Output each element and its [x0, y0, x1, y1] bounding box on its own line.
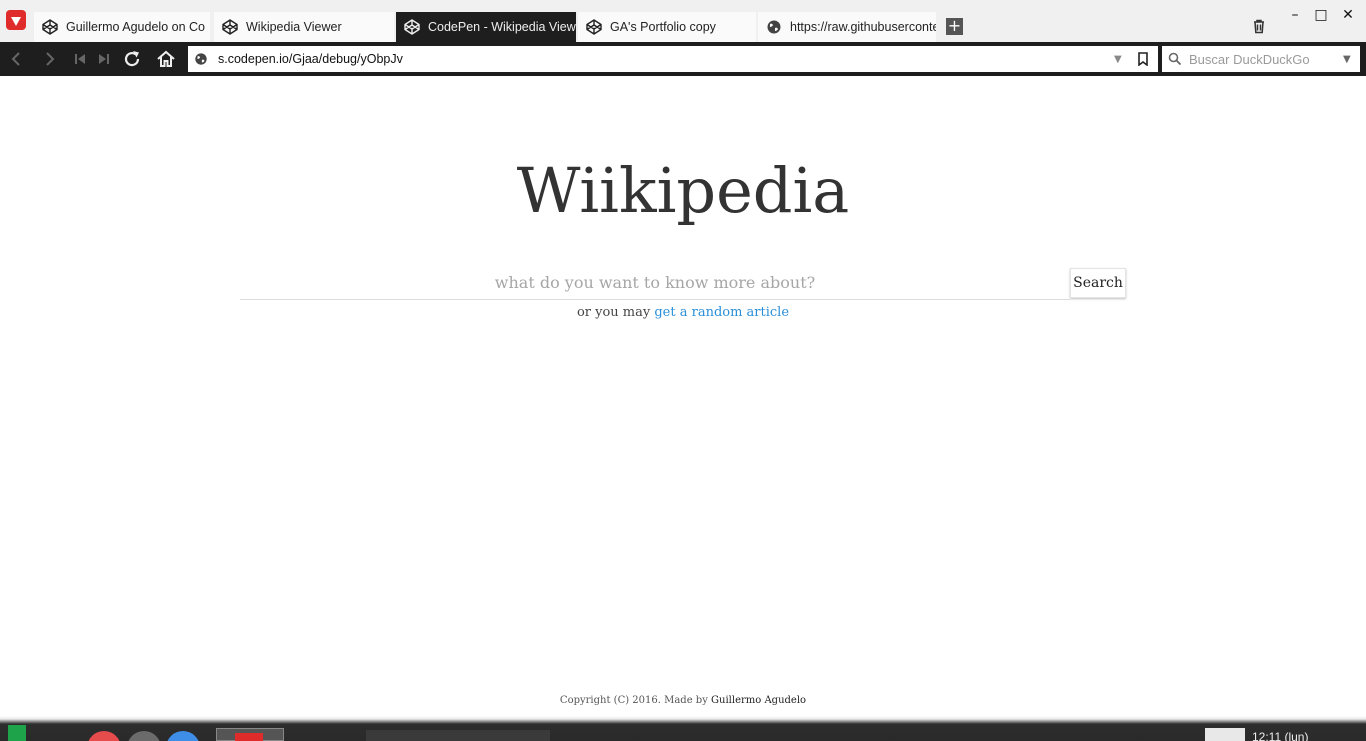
- vivaldi-menu-icon[interactable]: [6, 10, 26, 30]
- tab-guillermo-agudelo[interactable]: Guillermo Agudelo on Co: [34, 12, 210, 42]
- random-article-link[interactable]: get a random article: [654, 305, 789, 320]
- new-tab-button[interactable]: +: [946, 18, 963, 35]
- chevron-down-icon[interactable]: ▼: [1343, 54, 1351, 65]
- random-article-line: or you may get a random article: [0, 305, 1366, 320]
- app-launcher-icon[interactable]: [87, 731, 121, 741]
- random-prefix: or you may: [576, 305, 651, 320]
- codepen-icon: [404, 19, 420, 35]
- app-launcher-icon[interactable]: [127, 731, 161, 741]
- duckduckgo-search-input[interactable]: [1189, 51, 1339, 67]
- codepen-icon: [222, 19, 238, 35]
- chevron-left-icon: [11, 52, 20, 66]
- home-button[interactable]: [156, 50, 176, 68]
- tab-ga-portfolio-copy[interactable]: GA's Portfolio copy: [578, 12, 756, 42]
- tab-bar: Guillermo Agudelo on Co Wikipedia Viewer…: [0, 0, 1366, 42]
- browser-launcher-icon[interactable]: [166, 731, 200, 741]
- home-icon: [157, 50, 175, 67]
- chevron-right-icon: [46, 52, 55, 66]
- search-input[interactable]: [240, 266, 1070, 300]
- tab-codepen-wikipedia-view[interactable]: CodePen - Wikipedia View: [396, 12, 576, 42]
- tab-title: CodePen - Wikipedia View: [428, 20, 576, 34]
- tab-wikipedia-viewer[interactable]: Wikipedia Viewer: [214, 12, 394, 42]
- search-icon: [1168, 52, 1182, 66]
- reload-button[interactable]: [122, 50, 142, 68]
- tab-title: Wikipedia Viewer: [246, 20, 342, 34]
- back-button[interactable]: [6, 50, 26, 68]
- tab-title: Guillermo Agudelo on Co: [66, 20, 205, 34]
- url-text[interactable]: s.codepen.io/Gjaa/debug/yObpJv: [218, 52, 1114, 66]
- minimize-button[interactable]: –: [1285, 6, 1305, 24]
- globe-icon: [767, 20, 781, 34]
- tab-raw-githubusercontent[interactable]: https://raw.githubuserconte: [758, 12, 936, 42]
- forward-button[interactable]: [40, 50, 60, 68]
- reload-icon: [124, 51, 140, 67]
- taskbar-window-vivaldi[interactable]: [216, 728, 284, 741]
- taskbar: 12:11 (lun): [0, 716, 1366, 741]
- search-button[interactable]: Search: [1070, 268, 1126, 298]
- search-form: Search: [240, 266, 1128, 300]
- taskbar-window[interactable]: [366, 730, 550, 741]
- vivaldi-icon: [235, 733, 263, 741]
- address-bar[interactable]: s.codepen.io/Gjaa/debug/yObpJv ▼: [188, 46, 1158, 72]
- fast-forward-button[interactable]: [94, 50, 114, 68]
- page-title: Wiikipedia: [516, 154, 850, 227]
- codepen-icon: [42, 19, 58, 35]
- author-name: Guillermo Agudelo: [711, 695, 807, 706]
- close-button[interactable]: ✕: [1338, 6, 1358, 24]
- copyright-text: Copyright (C) 2016. Made by: [559, 695, 708, 706]
- tray-item[interactable]: [1205, 728, 1245, 741]
- codepen-icon: [586, 19, 602, 35]
- trash-icon[interactable]: [1251, 18, 1267, 34]
- chevron-down-icon[interactable]: ▼: [1114, 54, 1124, 65]
- tab-title: GA's Portfolio copy: [610, 20, 716, 34]
- tab-title: https://raw.githubuserconte: [790, 20, 936, 34]
- rewind-button[interactable]: [70, 50, 90, 68]
- footer: Copyright (C) 2016. Made by Guillermo Ag…: [0, 695, 1366, 706]
- globe-icon: [195, 53, 207, 65]
- skip-back-icon: [75, 54, 85, 64]
- search-engine-box[interactable]: ▼: [1162, 46, 1360, 72]
- clock[interactable]: 12:11 (lun): [1252, 730, 1308, 741]
- page-content: Wiikipedia Search or you may get a rando…: [0, 76, 1366, 716]
- maximize-button[interactable]: □: [1311, 6, 1331, 24]
- skip-forward-icon: [99, 54, 109, 64]
- start-menu-icon[interactable]: [8, 725, 26, 741]
- bookmark-icon[interactable]: [1136, 52, 1150, 66]
